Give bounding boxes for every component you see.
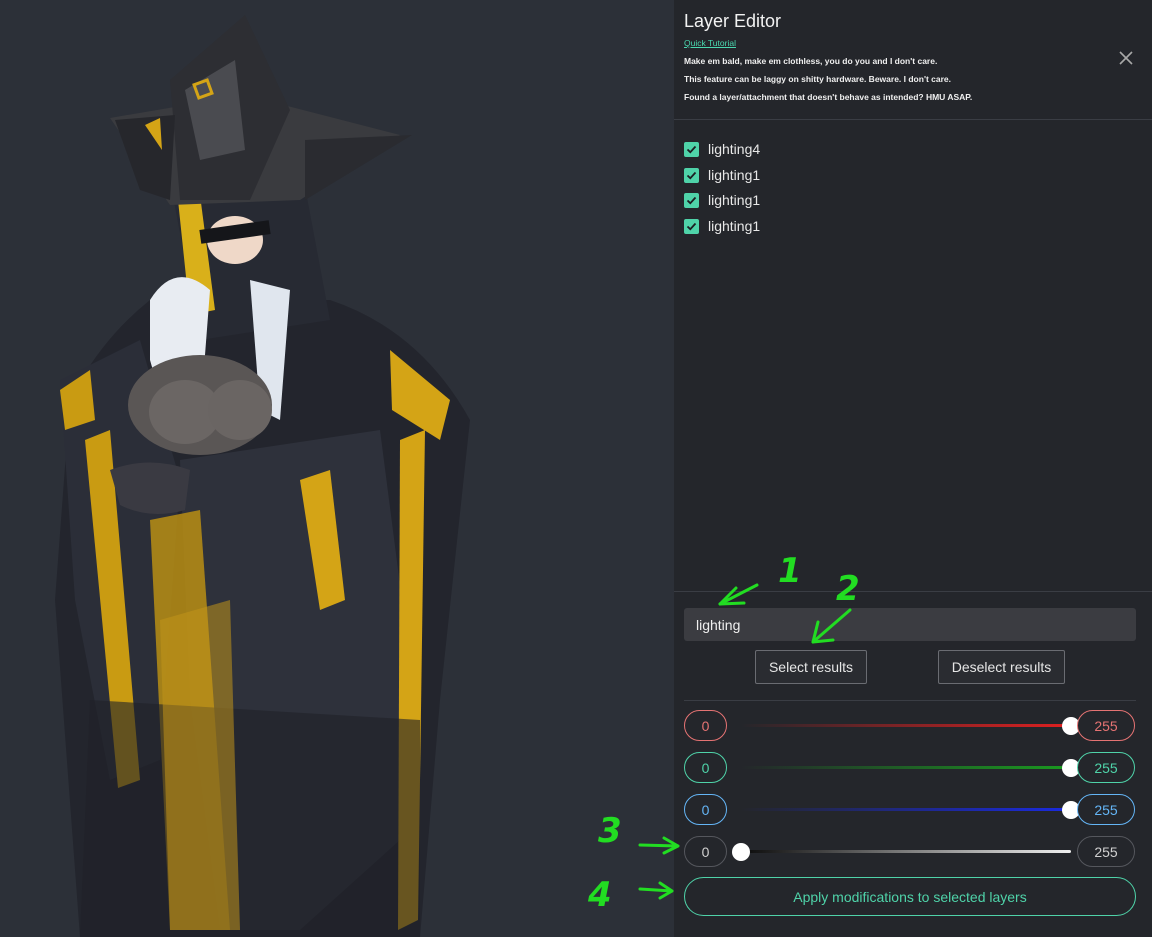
alpha-slider-track[interactable] — [741, 850, 1071, 853]
character-canvas — [0, 0, 674, 937]
checkmark-icon — [686, 196, 697, 204]
layer-item[interactable]: lighting1 — [684, 166, 760, 184]
divider — [674, 119, 1152, 120]
red-min-input[interactable]: 0 — [684, 710, 727, 741]
apply-modifications-button[interactable]: Apply modifications to selected layers — [684, 877, 1136, 916]
layer-label: lighting4 — [708, 141, 761, 157]
red-slider-track[interactable] — [741, 724, 1071, 727]
panel-title: Layer Editor — [684, 11, 782, 31]
layer-label: lighting1 — [708, 167, 761, 183]
checkmark-icon — [686, 145, 697, 153]
layer-item[interactable]: lighting1 — [684, 217, 760, 235]
blue-slider-track[interactable] — [741, 808, 1071, 811]
green-slider-track[interactable] — [741, 766, 1071, 769]
blue-min-input[interactable]: 0 — [684, 794, 727, 825]
layer-checkbox[interactable] — [684, 167, 699, 183]
panel-note: Found a layer/attachment that doesn't be… — [684, 92, 973, 102]
layer-label: lighting1 — [708, 218, 761, 234]
blue-max-input[interactable]: 255 — [1077, 794, 1135, 825]
close-icon — [1119, 51, 1133, 65]
layer-search-input[interactable] — [684, 608, 1136, 641]
alpha-min-input[interactable]: 0 — [684, 836, 727, 867]
green-max-input[interactable]: 255 — [1077, 752, 1135, 783]
quick-tutorial-link[interactable]: Quick Tutorial — [684, 38, 736, 48]
select-results-button[interactable]: Select results — [755, 650, 867, 684]
layer-editor-panel: Layer Editor Quick Tutorial Make em bald… — [674, 0, 1152, 937]
layer-item[interactable]: lighting1 — [684, 191, 760, 209]
close-button[interactable] — [1117, 49, 1135, 67]
panel-note: This feature can be laggy on shitty hard… — [684, 74, 952, 84]
layer-label: lighting1 — [708, 192, 761, 208]
divider — [684, 700, 1136, 701]
red-max-input[interactable]: 255 — [1077, 710, 1135, 741]
layer-item[interactable]: lighting4 — [684, 140, 760, 158]
checkmark-icon — [686, 222, 697, 230]
alpha-max-input[interactable]: 255 — [1077, 836, 1135, 867]
divider — [674, 591, 1152, 592]
layer-checkbox[interactable] — [684, 141, 699, 157]
panel-note: Make em bald, make em clothless, you do … — [684, 56, 938, 66]
alpha-slider-thumb[interactable] — [732, 843, 750, 861]
layer-checkbox[interactable] — [684, 218, 699, 234]
character-illustration — [55, 15, 470, 937]
deselect-results-button[interactable]: Deselect results — [938, 650, 1065, 684]
layer-checkbox[interactable] — [684, 192, 699, 208]
checkmark-icon — [686, 171, 697, 179]
green-min-input[interactable]: 0 — [684, 752, 727, 783]
